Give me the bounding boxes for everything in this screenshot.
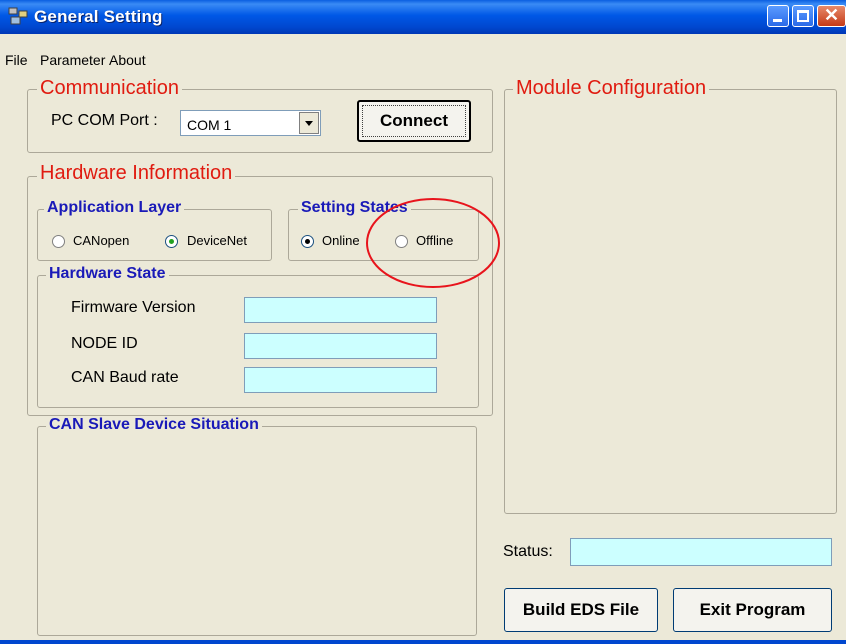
chevron-down-icon bbox=[305, 121, 313, 126]
module-configuration-group bbox=[504, 89, 837, 514]
radio-selected-dot bbox=[305, 239, 310, 244]
node-id-label: NODE ID bbox=[71, 335, 138, 352]
com-port-select[interactable]: COM 1 bbox=[180, 110, 321, 136]
build-eds-file-button[interactable]: Build EDS File bbox=[504, 588, 658, 632]
communication-legend: Communication bbox=[37, 77, 182, 100]
status-label: Status: bbox=[503, 543, 553, 560]
module-configuration-legend: Module Configuration bbox=[513, 77, 710, 100]
radio-canopen[interactable] bbox=[52, 235, 65, 248]
close-icon: ✕ bbox=[824, 5, 840, 25]
com-port-label: PC COM Port : bbox=[51, 112, 158, 129]
status-field[interactable] bbox=[570, 538, 832, 566]
can-baud-rate-label: CAN Baud rate bbox=[71, 369, 179, 386]
node-id-field[interactable] bbox=[244, 333, 437, 359]
can-slave-legend: CAN Slave Device Situation bbox=[46, 416, 262, 434]
minimize-button[interactable] bbox=[767, 5, 789, 27]
menu-file[interactable]: File bbox=[5, 52, 28, 68]
radio-online[interactable] bbox=[301, 235, 314, 248]
exit-program-button[interactable]: Exit Program bbox=[673, 588, 832, 632]
maximize-icon bbox=[797, 10, 809, 22]
devicenet-label: DeviceNet bbox=[187, 233, 247, 248]
maximize-button[interactable] bbox=[792, 5, 814, 27]
connect-button[interactable]: Connect bbox=[357, 100, 471, 142]
firmware-version-field[interactable] bbox=[244, 297, 437, 323]
com-port-value: COM 1 bbox=[187, 117, 232, 133]
application-layer-legend: Application Layer bbox=[44, 199, 185, 217]
online-label: Online bbox=[322, 233, 360, 248]
hardware-legend: Hardware Information bbox=[37, 162, 236, 185]
can-baud-rate-field[interactable] bbox=[244, 367, 437, 393]
menu-parameter[interactable]: Parameter bbox=[40, 52, 105, 68]
menu-about[interactable]: About bbox=[109, 52, 146, 68]
hardware-state-legend: Hardware State bbox=[46, 265, 169, 283]
canopen-label: CANopen bbox=[73, 233, 130, 248]
focus-rect bbox=[362, 105, 466, 137]
minimize-icon bbox=[773, 19, 782, 22]
can-slave-group bbox=[37, 426, 477, 636]
radio-devicenet[interactable] bbox=[165, 235, 178, 248]
annotation-ellipse bbox=[366, 198, 500, 288]
firmware-version-label: Firmware Version bbox=[71, 299, 196, 316]
dropdown-button[interactable] bbox=[299, 112, 319, 134]
close-button[interactable]: ✕ bbox=[817, 5, 846, 27]
app-icon bbox=[8, 7, 28, 25]
window-border bbox=[0, 640, 846, 644]
radio-selected-dot bbox=[169, 239, 174, 244]
window-title: General Setting bbox=[34, 7, 163, 26]
